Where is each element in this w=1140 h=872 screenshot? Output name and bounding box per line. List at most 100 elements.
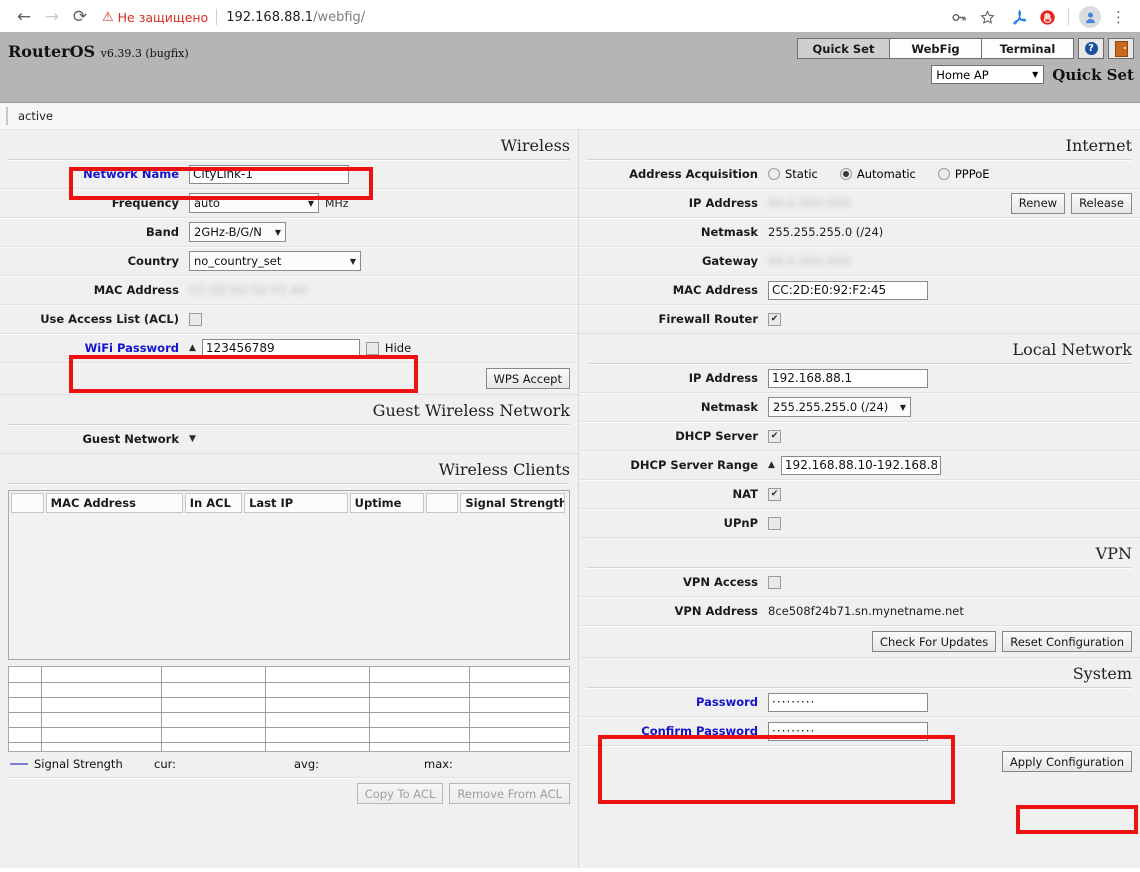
radio-pppoe[interactable] [937, 168, 950, 180]
section-title-wireless-clients: Wireless Clients [0, 454, 578, 483]
row-dhcp-range: DHCP Server Range ▲ [579, 451, 1140, 480]
copy-to-acl-button[interactable]: Copy To ACL [356, 783, 444, 804]
adobe-acrobat-icon[interactable] [1008, 6, 1030, 28]
label-upnp: UPnP [723, 516, 758, 530]
key-icon[interactable] [946, 4, 972, 30]
chevron-down-icon: ▼ [1032, 70, 1039, 79]
omnibox-divider [216, 9, 218, 25]
column-header-blank[interactable] [425, 493, 459, 513]
section-title-local-network: Local Network [579, 334, 1140, 363]
country-select[interactable]: no_country_set ▼ [189, 251, 361, 271]
table-body-empty [9, 513, 569, 653]
help-question-icon[interactable]: ? [1078, 38, 1104, 59]
chevron-down-icon: ▼ [307, 198, 314, 208]
label-wifi-password[interactable]: WiFi Password [8, 341, 189, 355]
use-acl-checkbox[interactable] [189, 312, 202, 326]
tab-quick-set[interactable]: Quick Set [797, 38, 890, 59]
label-internet-gateway: Gateway [701, 254, 758, 268]
frequency-unit: MHz [325, 196, 349, 210]
apply-configuration-button[interactable]: Apply Configuration [1001, 751, 1132, 772]
dhcp-range-input[interactable] [780, 455, 941, 475]
label-confirm-password[interactable]: Confirm Password [587, 724, 768, 738]
local-netmask-select[interactable]: 255.255.255.0 (/24) ▼ [768, 397, 911, 417]
column-header-mac-address[interactable]: MAC Address [45, 493, 183, 513]
expand-triangle-down-icon[interactable]: ▼ [189, 434, 196, 444]
label-hide-password: Hide [384, 341, 412, 355]
label-system-password[interactable]: Password [587, 695, 768, 709]
star-icon[interactable] [974, 4, 1000, 30]
upnp-checkbox[interactable] [768, 516, 781, 530]
radio-static-wrap[interactable]: Static [768, 167, 818, 181]
status-badge: active [6, 107, 53, 125]
row-system-password: Password [579, 688, 1140, 717]
row-vpn-access: VPN Access [579, 568, 1140, 597]
right-column: Internet Address Acquisition Static Auto… [579, 130, 1140, 868]
row-dhcp-server: DHCP Server [579, 422, 1140, 451]
radio-static[interactable] [768, 168, 780, 180]
remove-from-acl-button[interactable]: Remove From ACL [449, 783, 570, 804]
back-arrow-icon[interactable]: ← [10, 3, 38, 31]
confirm-password-input[interactable] [768, 721, 928, 741]
row-internet-ip: IP Address 00.0.000.000 Renew Release [579, 189, 1140, 218]
three-dot-menu-icon[interactable]: ⋮ [1107, 8, 1130, 26]
wps-accept-button[interactable]: WPS Accept [485, 368, 570, 389]
label-dhcp-range: DHCP Server Range [630, 458, 758, 472]
label-network-name[interactable]: Network Name [8, 167, 189, 181]
collapse-triangle-up-icon[interactable]: ▲ [189, 343, 196, 353]
system-password-input[interactable] [768, 692, 928, 712]
radio-automatic[interactable] [839, 168, 852, 180]
internet-mac-input[interactable] [768, 280, 928, 300]
check-for-updates-button[interactable]: Check For Updates [871, 631, 997, 652]
label-pppoe: PPPoE [954, 167, 990, 181]
status-bar: active [0, 103, 1140, 130]
browser-toolbar: ← → ⟳ ⚠ Не защищено 192.168.88.1/webfig/… [0, 0, 1140, 34]
section-title-internet: Internet [579, 130, 1140, 159]
radio-pppoe-wrap[interactable]: PPPoE [937, 167, 990, 181]
label-address-acquisition: Address Acquisition [629, 167, 758, 181]
reset-configuration-button[interactable]: Reset Configuration [1002, 631, 1132, 652]
column-header-signal-strength[interactable]: Signal Strength [460, 493, 565, 513]
local-ip-input[interactable] [768, 368, 928, 388]
row-network-name: Network Name [0, 160, 578, 189]
label-dhcp-server: DHCP Server [675, 429, 758, 443]
page-title: RouterOS v6.39.3 (bugfix) [8, 42, 189, 61]
row-frequency: Frequency auto ▼ MHz [0, 189, 578, 218]
internet-netmask-value: 255.255.255.0 (/24) [768, 225, 884, 239]
row-upnp: UPnP [579, 509, 1140, 538]
forward-arrow-icon: → [44, 6, 60, 27]
release-button[interactable]: Release [1071, 192, 1132, 214]
column-header-select[interactable] [11, 493, 44, 513]
wireless-mac-value: CC:2D:E0:92:F2:46 [189, 283, 307, 297]
tab-terminal[interactable]: Terminal [981, 38, 1074, 59]
address-bar[interactable]: ⚠ Не защищено 192.168.88.1/webfig/ [102, 4, 946, 30]
internet-ip-value: 00.0.000.000 [768, 196, 851, 210]
wifi-password-input[interactable] [201, 338, 360, 358]
row-guest-network: Guest Network ▼ [0, 425, 578, 454]
renew-button[interactable]: Renew [1010, 192, 1066, 214]
dhcp-server-checkbox[interactable] [768, 429, 781, 443]
column-header-in-acl[interactable]: In ACL [184, 493, 243, 513]
logout-door-icon[interactable] [1108, 38, 1134, 59]
apply-button-row: Apply Configuration [579, 746, 1140, 777]
radio-automatic-wrap[interactable]: Automatic [839, 167, 916, 181]
frequency-select[interactable]: auto ▼ [189, 193, 319, 213]
acl-button-row: Copy To ACL Remove From ACL [0, 778, 578, 809]
band-select[interactable]: 2GHz-B/G/N ▼ [189, 222, 286, 242]
firewall-router-checkbox[interactable] [768, 312, 781, 326]
network-name-input[interactable] [189, 164, 349, 184]
row-band: Band 2GHz-B/G/N ▼ [0, 218, 578, 247]
collapse-triangle-up-icon[interactable]: ▲ [768, 460, 775, 470]
reload-icon[interactable]: ⟳ [66, 3, 94, 31]
column-header-uptime[interactable]: Uptime [349, 493, 424, 513]
internet-gateway-value: 00.0.000.000 [768, 254, 851, 268]
tab-webfig[interactable]: WebFig [889, 38, 982, 59]
column-header-last-ip[interactable]: Last IP [244, 493, 348, 513]
vpn-access-checkbox[interactable] [768, 575, 781, 589]
wireless-clients-table-wrap: MAC Address In ACL Last IP Uptime Signal… [0, 484, 578, 660]
profile-select[interactable]: Home AP ▼ [931, 65, 1045, 84]
profile-avatar-icon[interactable] [1079, 6, 1101, 28]
nat-checkbox[interactable] [768, 487, 781, 501]
adblock-icon[interactable] [1036, 6, 1058, 28]
left-column: Wireless Network Name Frequency auto ▼ M… [0, 130, 579, 868]
hide-password-checkbox[interactable] [365, 341, 379, 355]
